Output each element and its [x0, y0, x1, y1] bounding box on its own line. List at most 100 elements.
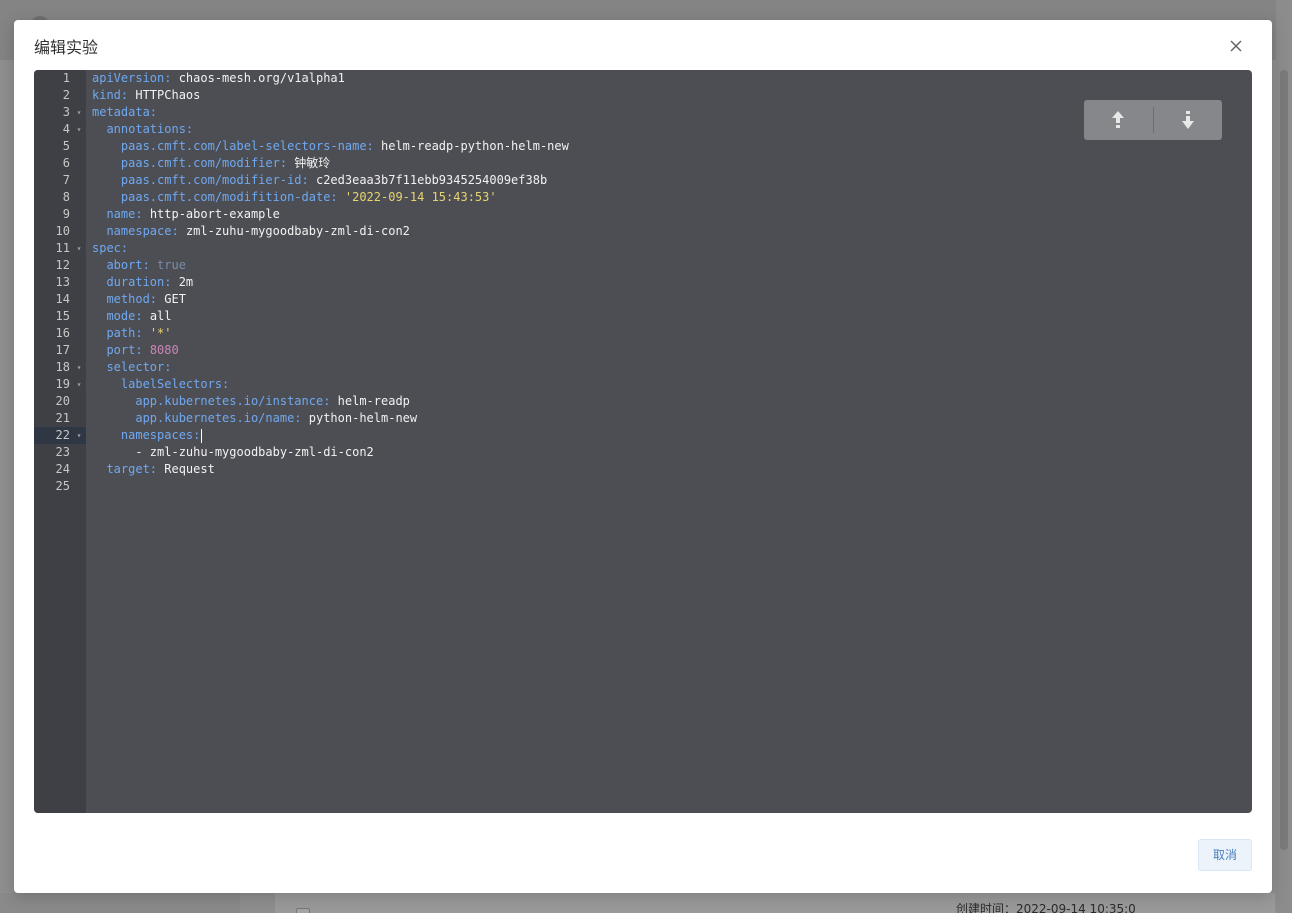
code-content: app.kubernetes.io/instance: helm-readp — [92, 393, 410, 410]
yaml-value: 钟敏玲 — [294, 156, 331, 170]
line-number: 10 — [55, 224, 70, 238]
code-line[interactable]: 6 paas.cmft.com/modifier: 钟敏玲 — [34, 155, 1252, 172]
line-number: 20 — [55, 394, 70, 408]
yaml-value: zml-zuhu-mygoodbaby-zml-di-con2 — [185, 224, 410, 238]
code-line[interactable]: 23 - zml-zuhu-mygoodbaby-zml-di-con2 — [34, 444, 1252, 461]
dialog-title: 编辑实验 — [34, 38, 99, 57]
line-number: 23 — [55, 445, 70, 459]
code-content: apiVersion: chaos-mesh.org/v1alpha1 — [92, 70, 345, 87]
line-number: 15 — [55, 309, 70, 323]
code-line[interactable]: 11 ▾ spec: — [34, 240, 1252, 257]
code-line[interactable]: 25 — [34, 478, 1252, 495]
fold-arrow-icon[interactable]: ▾ — [74, 359, 84, 376]
code-line[interactable]: 4 ▾ annotations: — [34, 121, 1252, 138]
line-number: 7 — [62, 173, 70, 187]
yaml-value: '*' — [149, 326, 172, 340]
yaml-value: c2ed3eaa3b7f11ebb9345254009ef38b — [315, 173, 548, 187]
code-line[interactable]: 12 abort: true — [34, 257, 1252, 274]
code-content: paas.cmft.com/modifier-id: c2ed3eaa3b7f1… — [92, 172, 547, 189]
background-created-time: 创建时间：2022-09-14 10:35:0 — [956, 902, 1136, 913]
code-line[interactable]: 21 app.kubernetes.io/name: python-helm-n… — [34, 410, 1252, 427]
line-number: 8 — [62, 190, 70, 204]
code-line[interactable]: 13 duration: 2m — [34, 274, 1252, 291]
yaml-value: http-abort-example — [149, 207, 280, 221]
edit-experiment-dialog: 编辑实验 1 apiVersion: chaos-mesh.org/v1alpha… — [14, 20, 1272, 893]
code-content: target: Request — [92, 461, 215, 478]
yaml-key: app.kubernetes.io/name: — [135, 411, 309, 425]
editor-code-area[interactable]: 1 apiVersion: chaos-mesh.org/v1alpha1 2 kin… — [34, 70, 1252, 495]
yaml-key: duration: — [106, 275, 179, 289]
yaml-value: helm-readp — [337, 394, 410, 408]
yaml-key: app.kubernetes.io/instance: — [135, 394, 338, 408]
yaml-value: 2m — [178, 275, 194, 289]
code-line[interactable]: 22 ▾ namespaces: — [34, 427, 1252, 444]
code-line[interactable]: 8 paas.cmft.com/modifition-date: '2022-0… — [34, 189, 1252, 206]
code-line[interactable]: 15 mode: all — [34, 308, 1252, 325]
yaml-key: spec: — [92, 241, 129, 255]
fold-arrow-icon[interactable]: ▾ — [74, 121, 84, 138]
text-cursor — [201, 428, 203, 443]
yaml-value: 8080 — [149, 343, 179, 357]
code-line[interactable]: 19 ▾ labelSelectors: — [34, 376, 1252, 393]
code-content: method: GET — [92, 291, 185, 308]
code-content: port: 8080 — [92, 342, 179, 359]
yaml-key: paas.cmft.com/modifier: — [120, 156, 295, 170]
code-line[interactable]: 3 ▾ metadata: — [34, 104, 1252, 121]
code-line[interactable]: 5 paas.cmft.com/label-selectors-name: he… — [34, 138, 1252, 155]
code-content: spec: — [92, 240, 128, 257]
code-line[interactable]: 1 apiVersion: chaos-mesh.org/v1alpha1 — [34, 70, 1252, 87]
close-icon[interactable] — [1226, 36, 1246, 56]
line-number: 21 — [55, 411, 70, 425]
yaml-key: labelSelectors: — [120, 377, 230, 391]
yaml-key: selector: — [106, 360, 172, 374]
yaml-key: paas.cmft.com/label-selectors-name: — [120, 139, 381, 153]
line-number: 2 — [62, 88, 70, 102]
code-content: duration: 2m — [92, 274, 193, 291]
code-line[interactable]: 2 kind: HTTPChaos — [34, 87, 1252, 104]
code-line[interactable]: 16 path: '*' — [34, 325, 1252, 342]
code-content: labelSelectors: — [92, 376, 229, 393]
yaml-key: paas.cmft.com/modifition-date: — [120, 190, 345, 204]
yaml-code-editor[interactable]: 1 apiVersion: chaos-mesh.org/v1alpha1 2 kin… — [34, 70, 1252, 813]
fold-arrow-icon[interactable]: ▾ — [74, 376, 84, 393]
yaml-key: namespaces: — [120, 428, 201, 442]
code-content: mode: all — [92, 308, 171, 325]
code-content: kind: HTTPChaos — [92, 87, 200, 104]
yaml-key: name: — [106, 207, 150, 221]
code-content: paas.cmft.com/modifier: 钟敏玲 — [92, 155, 330, 172]
fold-arrow-icon[interactable]: ▾ — [74, 104, 84, 121]
yaml-value: python-helm-new — [308, 411, 418, 425]
yaml-key: apiVersion: — [92, 71, 179, 85]
line-number: 12 — [55, 258, 70, 272]
code-line[interactable]: 9 name: http-abort-example — [34, 206, 1252, 223]
cancel-button[interactable]: 取消 — [1198, 839, 1252, 871]
line-number: 5 — [62, 139, 70, 153]
page-scrollbar-thumb[interactable] — [1280, 70, 1288, 850]
code-content: name: http-abort-example — [92, 206, 280, 223]
yaml-key: namespace: — [106, 224, 186, 238]
code-content: namespace: zml-zuhu-mygoodbaby-zml-di-co… — [92, 223, 410, 240]
line-number: 1 — [62, 71, 70, 85]
arrow-down-icon[interactable] — [1154, 100, 1223, 140]
yaml-key: metadata: — [92, 105, 158, 119]
code-line[interactable]: 7 paas.cmft.com/modifier-id: c2ed3eaa3b7… — [34, 172, 1252, 189]
code-content: namespaces: — [92, 427, 203, 444]
code-line[interactable]: 24 target: Request — [34, 461, 1252, 478]
arrow-up-icon[interactable] — [1084, 100, 1153, 140]
code-line[interactable]: 10 namespace: zml-zuhu-mygoodbaby-zml-di… — [34, 223, 1252, 240]
code-line[interactable]: 17 port: 8080 — [34, 342, 1252, 359]
code-content: annotations: — [92, 121, 193, 138]
yaml-key: port: — [106, 343, 150, 357]
yaml-value: Request — [164, 462, 215, 476]
editor-nav-buttons — [1084, 100, 1222, 140]
code-line[interactable]: 14 method: GET — [34, 291, 1252, 308]
code-line[interactable]: 20 app.kubernetes.io/instance: helm-read… — [34, 393, 1252, 410]
yaml-key: path: — [106, 326, 150, 340]
background-row-checkbox — [296, 908, 310, 913]
yaml-key: kind: — [92, 88, 136, 102]
yaml-key: paas.cmft.com/modifier-id: — [120, 173, 316, 187]
fold-arrow-icon[interactable]: ▾ — [74, 427, 84, 444]
fold-arrow-icon[interactable]: ▾ — [74, 240, 84, 257]
yaml-value: true — [157, 258, 186, 272]
code-line[interactable]: 18 ▾ selector: — [34, 359, 1252, 376]
